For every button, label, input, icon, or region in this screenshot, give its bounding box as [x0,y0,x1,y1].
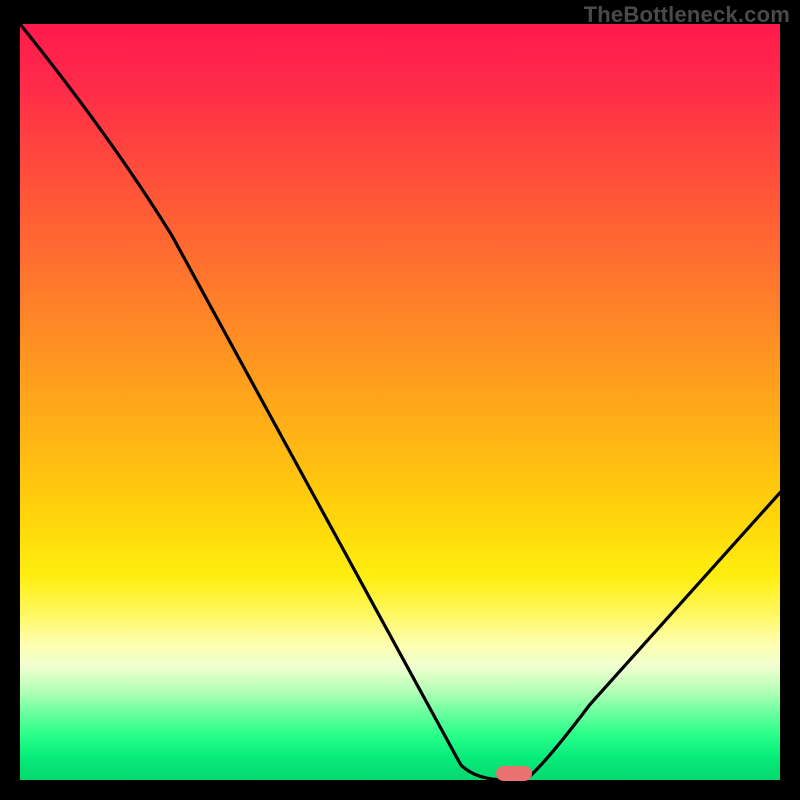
chart-frame: TheBottleneck.com [0,0,800,800]
plot-area [20,24,780,780]
optimal-marker [496,766,532,781]
curve-path [20,24,780,780]
bottleneck-curve [20,24,780,780]
watermark-text: TheBottleneck.com [584,2,790,28]
